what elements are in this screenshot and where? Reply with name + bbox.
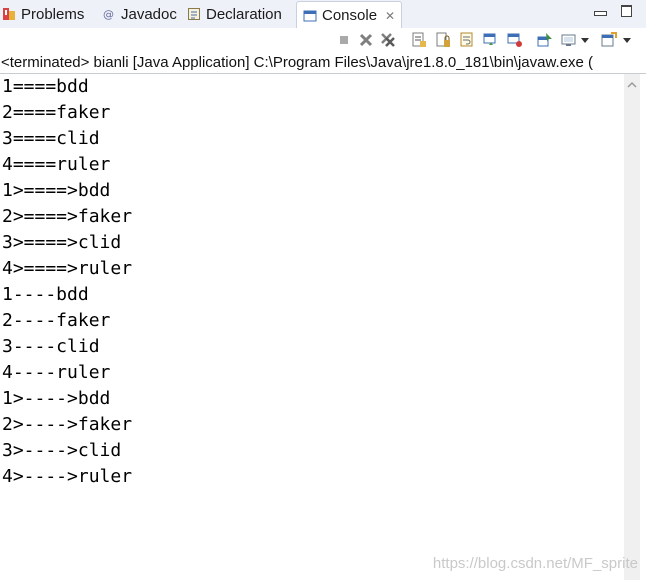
word-wrap-icon[interactable]	[459, 32, 475, 48]
open-console-dropdown-icon[interactable]	[622, 32, 632, 48]
console-line: 2----faker	[2, 310, 111, 331]
tab-problems[interactable]: Problems	[2, 2, 84, 26]
console-line: 4>====>ruler	[2, 258, 133, 279]
console-line: 2>---->faker	[2, 414, 133, 435]
tab-problems-label: Problems	[21, 5, 85, 23]
remove-launch-icon[interactable]	[358, 32, 374, 48]
console-toolbar	[0, 28, 646, 52]
tab-declaration[interactable]: Declaration	[187, 2, 282, 26]
minimize-icon[interactable]	[594, 11, 607, 16]
console-line: 1====bdd	[2, 76, 89, 97]
console-line: 2>====>faker	[2, 206, 133, 227]
console-line: 3====clid	[2, 128, 100, 149]
show-on-error-icon[interactable]	[507, 32, 523, 48]
close-icon[interactable]: ✕	[385, 9, 395, 23]
svg-text:@: @	[103, 8, 114, 21]
problems-icon	[2, 7, 16, 21]
console-line: 4----ruler	[2, 362, 111, 383]
open-console-icon[interactable]	[601, 32, 617, 48]
vertical-scrollbar[interactable]	[624, 74, 640, 580]
console-output[interactable]: 1====bdd 2====faker 3====clid 4====ruler…	[0, 74, 624, 580]
remove-all-launches-icon[interactable]	[380, 32, 396, 48]
show-on-output-icon[interactable]	[483, 32, 499, 48]
terminate-icon[interactable]	[336, 32, 352, 48]
console-line: 1----bdd	[2, 284, 89, 305]
watermark: https://blog.csdn.net/MF_sprite	[432, 555, 638, 572]
console-line: 4>---->ruler	[2, 466, 133, 487]
pin-console-icon[interactable]	[537, 32, 553, 48]
eclipse-console-view: Problems @ Javadoc Declaration Console ✕…	[0, 0, 646, 580]
console-line: 3>---->clid	[2, 440, 122, 461]
tab-javadoc-label: Javadoc	[121, 5, 177, 23]
scroll-lock-icon[interactable]	[435, 32, 451, 48]
console-line: 3----clid	[2, 336, 100, 357]
console-line: 3>====>clid	[2, 232, 122, 253]
view-window-controls	[594, 3, 632, 17]
scroll-up-arrow-icon[interactable]	[627, 80, 637, 90]
display-dropdown-icon[interactable]	[580, 32, 590, 48]
clear-console-icon[interactable]	[411, 32, 427, 48]
console-line: 1>====>bdd	[2, 180, 111, 201]
console-line: 1>---->bdd	[2, 388, 111, 409]
console-line: 2====faker	[2, 102, 111, 123]
tab-console-label: Console	[322, 7, 378, 24]
console-line: 4====ruler	[2, 154, 111, 175]
javadoc-icon: @	[102, 7, 116, 21]
view-tab-bar: Problems @ Javadoc Declaration Console ✕	[0, 0, 646, 29]
console-process-label: <terminated> bianli [Java Application] C…	[1, 54, 593, 71]
declaration-icon	[187, 7, 201, 21]
maximize-icon[interactable]	[621, 5, 632, 17]
display-console-icon[interactable]	[561, 32, 577, 48]
tab-javadoc[interactable]: @ Javadoc	[102, 2, 177, 26]
console-icon	[303, 9, 317, 23]
tab-declaration-label: Declaration	[206, 5, 282, 23]
tab-console[interactable]: Console ✕	[296, 1, 403, 29]
